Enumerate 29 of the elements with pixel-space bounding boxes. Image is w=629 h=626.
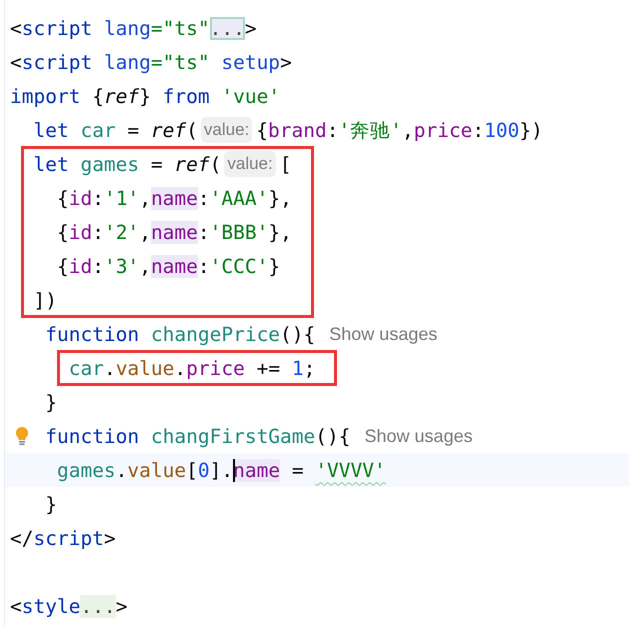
code-text: {brand:'奔驰',price:100}) bbox=[256, 118, 543, 144]
code-text: <style bbox=[10, 594, 80, 618]
folded-code-marker[interactable]: ... bbox=[210, 16, 245, 40]
code-text: <script lang="ts" bbox=[10, 16, 210, 40]
code-text: games.value[0].name = 'VVVV' bbox=[56, 458, 386, 482]
code-text: {id:'3',name:'CCC'} bbox=[56, 254, 280, 278]
code-text: function changFirstGame(){ bbox=[45, 424, 351, 448]
code-text: {id:'1',name:'AAA'}, bbox=[56, 186, 292, 210]
show-usages-link[interactable]: Show usages bbox=[329, 324, 438, 344]
show-usages-link[interactable]: Show usages bbox=[364, 426, 473, 446]
code-text: } bbox=[45, 390, 57, 414]
folded-code-marker[interactable]: ... bbox=[80, 594, 116, 618]
code-text: > bbox=[116, 594, 128, 618]
code-text: let games = ref( bbox=[33, 152, 222, 176]
code-text: </script> bbox=[10, 526, 116, 550]
code-text: {id:'2',name:'BBB'}, bbox=[56, 220, 292, 244]
code-text: > bbox=[244, 16, 257, 40]
code-editor[interactable] bbox=[4, 0, 629, 626]
code-text: [ bbox=[280, 152, 292, 176]
code-text: car.value.price += 1; bbox=[68, 356, 316, 380]
lightbulb-icon[interactable] bbox=[15, 426, 29, 446]
inlay-hint: value: bbox=[200, 117, 252, 143]
code-text: } bbox=[45, 492, 57, 516]
code-text: let car = ref( bbox=[33, 118, 198, 142]
code-text: function changePrice(){ bbox=[45, 322, 316, 346]
code-text: import {ref} from 'vue' bbox=[10, 84, 280, 108]
code-text: <script lang="ts" setup> bbox=[10, 50, 292, 74]
inlay-hint: value: bbox=[224, 151, 276, 177]
code-text: ]) bbox=[33, 288, 57, 312]
